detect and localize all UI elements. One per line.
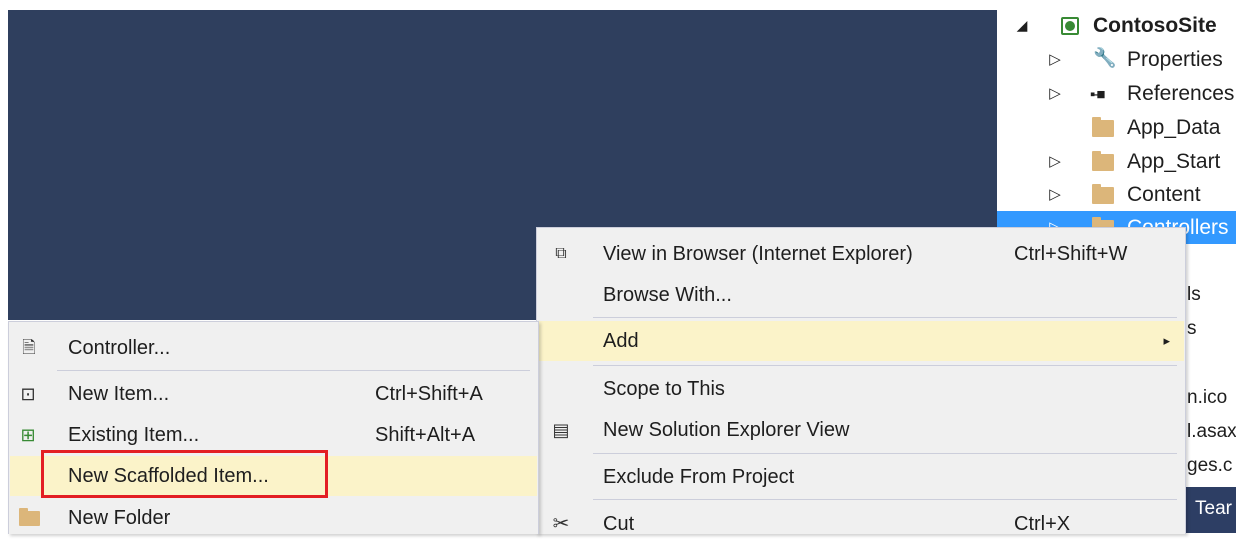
menu-item-label: Browse With... xyxy=(603,284,732,306)
partial-tree-label: ges.c xyxy=(1187,455,1233,476)
folder-icon xyxy=(1092,117,1114,137)
existing-item-icon: ⊞ xyxy=(20,425,36,445)
folder-icon xyxy=(1092,184,1114,204)
menu-item-label: New Folder xyxy=(68,507,171,529)
menu-separator xyxy=(593,499,1177,500)
context-menu: ⧉ View in Browser (Internet Explorer) Ct… xyxy=(536,227,1186,535)
submenu-arrow-icon: ▸ xyxy=(1163,333,1170,348)
menu-item-browse-with[interactable]: Browse With... xyxy=(538,275,1184,315)
web-project-icon xyxy=(1061,17,1079,35)
collapsed-arrow-icon[interactable]: ▷ xyxy=(1048,77,1062,110)
view-in-browser-icon: ⧉ xyxy=(555,245,567,262)
menu-item-exclude-from-project[interactable]: Exclude From Project xyxy=(538,457,1184,497)
menu-item-new-solution-explorer-view[interactable]: ▤ New Solution Explorer View xyxy=(538,410,1184,450)
tree-item-app-start[interactable]: ▷ App_Start xyxy=(997,145,1236,178)
menu-item-new-folder[interactable]: New Folder xyxy=(10,498,537,538)
partial-tree-label: s xyxy=(1187,318,1197,339)
menu-item-scope-to-this[interactable]: Scope to This xyxy=(538,369,1184,409)
menu-item-label: View in Browser (Internet Explorer) xyxy=(603,243,913,265)
references-icon: ▪-■ xyxy=(1090,86,1105,103)
partial-tree-label: ls xyxy=(1187,284,1201,305)
tree-item-references[interactable]: ▷ ▪-■ References xyxy=(997,77,1236,110)
menu-item-controller[interactable]: 🗎 Controller... xyxy=(10,328,537,368)
tree-item-label: App_Data xyxy=(1127,116,1221,139)
team-explorer-tab[interactable]: Tear xyxy=(1185,487,1236,533)
menu-item-label: Cut xyxy=(603,513,635,535)
folder-icon xyxy=(1092,151,1114,171)
menu-item-label: New Item... xyxy=(68,383,170,405)
tree-item-label: References xyxy=(1127,82,1235,105)
tree-item-content[interactable]: ▷ Content xyxy=(997,178,1236,211)
new-view-icon: ▤ xyxy=(552,420,570,440)
menu-item-new-item[interactable]: ⊡ New Item... Ctrl+Shift+A xyxy=(10,374,537,414)
menu-separator xyxy=(57,370,530,371)
menu-item-shortcut: Ctrl+Shift+A xyxy=(375,383,483,405)
partial-tree-label: l.asax xyxy=(1187,421,1236,442)
menu-item-label: Add xyxy=(603,330,639,352)
controller-icon: 🗎 xyxy=(22,338,36,357)
menu-separator xyxy=(593,453,1177,454)
menu-separator xyxy=(593,317,1177,318)
menu-separator xyxy=(593,365,1177,366)
expanded-arrow-icon[interactable]: ◢ xyxy=(1015,9,1029,42)
menu-item-shortcut: Ctrl+Shift+W xyxy=(1014,243,1128,265)
scissors-icon: ✂ xyxy=(552,513,570,535)
annotation-highlight-box xyxy=(41,450,328,498)
menu-item-label: Exclude From Project xyxy=(603,466,795,488)
collapsed-arrow-icon[interactable]: ▷ xyxy=(1048,178,1062,211)
menu-item-view-in-browser[interactable]: ⧉ View in Browser (Internet Explorer) Ct… xyxy=(538,234,1184,274)
collapsed-arrow-icon[interactable]: ▷ xyxy=(1048,145,1062,178)
new-item-icon: ⊡ xyxy=(20,384,36,404)
tree-item-contososite[interactable]: ◢ ContosoSite xyxy=(997,9,1236,42)
tree-item-label: App_Start xyxy=(1127,150,1221,173)
menu-item-cut[interactable]: ✂ Cut Ctrl+X xyxy=(538,504,1184,544)
tree-item-label: Content xyxy=(1127,183,1201,206)
add-submenu: 🗎 Controller... ⊡ New Item... Ctrl+Shift… xyxy=(8,321,539,534)
tree-item-label: Properties xyxy=(1127,48,1223,71)
menu-item-shortcut: Ctrl+X xyxy=(1014,513,1071,535)
tree-item-label: ContosoSite xyxy=(1093,14,1217,37)
new-folder-icon xyxy=(19,508,40,526)
tree-item-app-data[interactable]: App_Data xyxy=(997,111,1236,144)
menu-item-label: Scope to This xyxy=(603,378,725,400)
partial-tree-label: n.ico xyxy=(1187,387,1228,408)
menu-item-shortcut: Shift+Alt+A xyxy=(375,424,476,446)
menu-item-add[interactable]: Add ▸ xyxy=(538,321,1184,361)
tree-item-properties[interactable]: ▷ 🔧 Properties xyxy=(997,43,1236,76)
menu-item-label: Existing Item... xyxy=(68,424,200,446)
menu-item-existing-item[interactable]: ⊞ Existing Item... Shift+Alt+A xyxy=(10,415,537,455)
wrench-icon: 🔧 xyxy=(1093,48,1117,69)
collapsed-arrow-icon[interactable]: ▷ xyxy=(1048,43,1062,76)
menu-item-label: New Solution Explorer View xyxy=(603,419,850,441)
menu-item-label: Controller... xyxy=(68,337,171,359)
